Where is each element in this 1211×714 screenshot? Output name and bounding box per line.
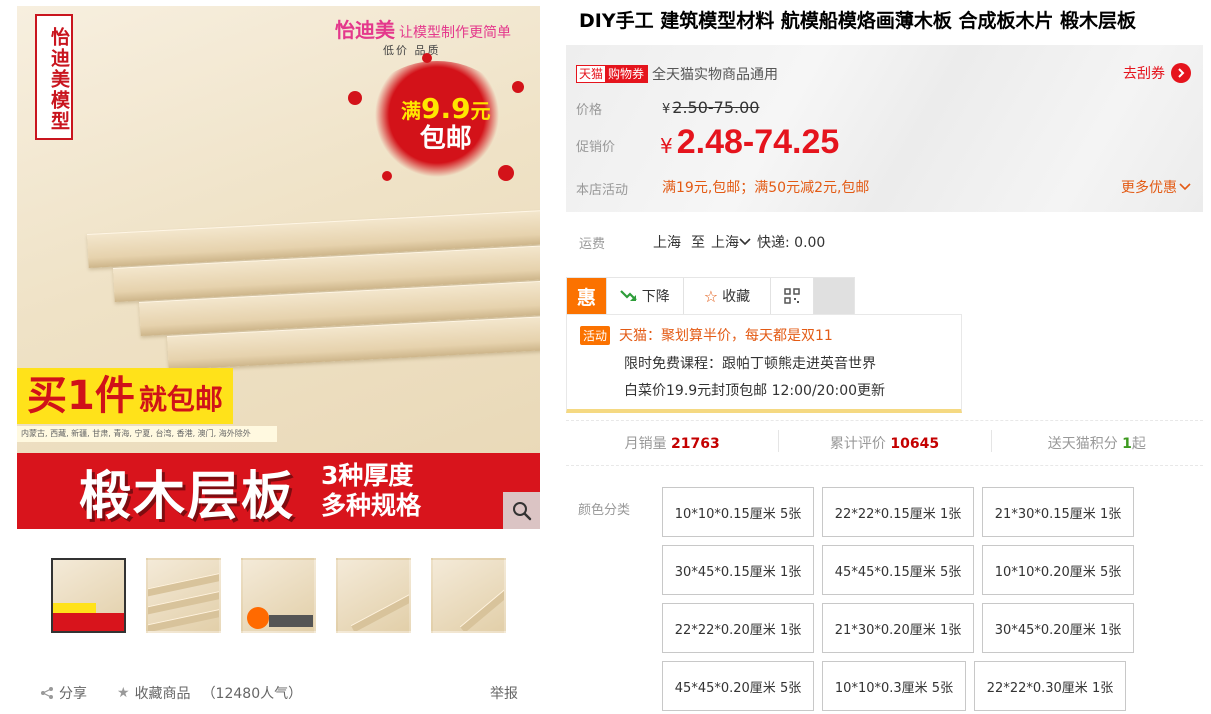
qr-code-button[interactable] — [771, 278, 815, 314]
coupon-text: 全天猫实物商品通用 — [652, 67, 779, 83]
zoom-button[interactable] — [503, 492, 540, 529]
tab-filler — [814, 278, 854, 314]
thumbnail[interactable] — [336, 558, 411, 633]
chevron-right-icon — [1171, 63, 1191, 83]
more-offers-link[interactable]: 更多优惠 — [1121, 177, 1191, 197]
brand-vertical-title: 怡迪美模型 — [35, 14, 73, 140]
activity-label: 本店活动 — [576, 183, 629, 198]
store-activity: 满19元,包邮；满50元减2元,包邮 — [662, 180, 870, 196]
share-icon — [41, 687, 53, 699]
ship-to-selector[interactable]: 上海 — [711, 232, 751, 252]
discount-logo[interactable]: 惠 — [567, 278, 607, 314]
qr-code-icon — [784, 288, 800, 304]
tmall-points: 送天猫积分 1起 — [990, 430, 1203, 453]
promo-price-label: 促销价 — [576, 140, 616, 155]
brand-sub: 低价 品质 — [383, 44, 441, 57]
original-price: ¥2.50-75.00 — [662, 98, 760, 117]
report-link[interactable]: 举报 — [490, 683, 518, 703]
star-outline-icon: ☆ — [703, 286, 719, 306]
gallery-footer: 分享 ★ 收藏商品 （12480人气） 举报 — [40, 683, 518, 703]
monthly-sales: 月销量 21763 — [624, 436, 720, 452]
review-count[interactable]: 累计评价 10645 — [778, 430, 990, 453]
ship-to-word: 至 — [691, 235, 705, 251]
promo-price: ¥2.48-74.25 — [660, 123, 840, 161]
sku-option[interactable]: 22*22*0.15厘米 1张 — [822, 487, 974, 537]
action-tabs: 惠 下降 ☆ 收藏 — [566, 277, 855, 314]
sku-option[interactable]: 30*45*0.15厘米 1张 — [662, 545, 814, 595]
sku-option[interactable]: 10*10*0.3厘米 5张 — [822, 661, 966, 711]
thumbnail[interactable] — [241, 558, 316, 633]
trend-down-icon — [619, 290, 637, 301]
activity-badge: 活动 — [580, 325, 611, 345]
favorite-link[interactable]: ★ 收藏商品 （12480人气） — [117, 683, 302, 703]
sku-option[interactable]: 45*45*0.15厘米 5张 — [822, 545, 974, 595]
event-row[interactable]: 白菜价19.9元封顶包邮 12:00/20:00更新 — [624, 380, 885, 400]
sku-option[interactable]: 10*10*0.15厘米 5张 — [662, 487, 814, 537]
tmall-coupon-tag: 天猫 购物券 — [576, 65, 649, 83]
event-row[interactable]: 活动 天猫：聚划算半价，每天都是双11 — [580, 325, 833, 345]
sku-option[interactable]: 21*30*0.20厘米 1张 — [822, 603, 974, 653]
sku-option[interactable]: 22*22*0.30厘米 1张 — [974, 661, 1126, 711]
sku-label: 颜色分类 — [578, 503, 631, 518]
thumbnail-strip — [51, 558, 506, 633]
shipping-fee: 快递: 0.00 — [757, 235, 826, 251]
sku-option[interactable]: 30*45*0.20厘米 1张 — [982, 603, 1134, 653]
main-product-image[interactable]: 怡迪美模型 怡迪美 让模型制作更简单 低价 品质 满9.9元 包邮 买1件 就包邮 … — [17, 6, 540, 529]
price-label: 价格 — [576, 103, 603, 118]
price-drop-button[interactable]: 下降 — [606, 278, 684, 314]
ship-from: 上海 — [653, 235, 681, 251]
search-icon — [512, 501, 531, 520]
event-row[interactable]: 限时免费课程：跟帕丁顿熊走进英音世界 — [624, 353, 876, 373]
chevron-down-icon — [1179, 183, 1191, 191]
price-box: 天猫 购物券 全天猫实物商品通用 去刮券 价格 ¥2.50-75.00 促销价 ¥… — [566, 45, 1203, 212]
product-title: DIY手工 建筑模型材料 航模船模烙画薄木板 合成板木片 椴木层板 — [579, 10, 1137, 32]
chevron-down-icon — [739, 238, 751, 246]
sku-option[interactable]: 45*45*0.20厘米 5张 — [662, 661, 814, 711]
free-shipping-promo: 满9.9元 包邮 — [401, 92, 491, 154]
share-link[interactable]: 分享 — [40, 683, 87, 703]
buy-one-banner: 买1件 就包邮 — [17, 368, 233, 424]
sku-option[interactable]: 10*10*0.20厘米 5张 — [982, 545, 1134, 595]
sku-option[interactable]: 21*30*0.15厘米 1张 — [982, 487, 1134, 537]
shipping-row: 运费 上海 至 上海 快递: 0.00 — [579, 232, 825, 252]
events-box: 活动 天猫：聚划算半价，每天都是双11 限时免费课程：跟帕丁顿熊走进英音世界 白… — [566, 314, 962, 413]
brand-name: 怡迪美 让模型制作更简单 — [335, 18, 511, 42]
thumbnail-caption — [269, 615, 313, 627]
star-icon: ★ — [117, 685, 130, 701]
shipping-label: 运费 — [579, 236, 606, 252]
sku-option[interactable]: 22*22*0.20厘米 1张 — [662, 603, 814, 653]
excluded-regions: 内蒙古, 西藏, 新疆, 甘肃, 青海, 宁夏, 台湾, 香港, 澳门, 海外除… — [17, 426, 277, 442]
product-banner: 椴木层板 3种厚度 多种规格 — [17, 453, 540, 529]
get-coupon-link[interactable]: 去刮券 — [1123, 63, 1191, 83]
sales-stats: 月销量 21763 累计评价 10645 送天猫积分 1起 — [566, 420, 1203, 466]
favorite-button[interactable]: ☆ 收藏 — [683, 278, 772, 314]
coupon-row: 天猫 购物券 全天猫实物商品通用 — [576, 64, 778, 84]
thumbnail[interactable] — [51, 558, 126, 633]
thumbnail[interactable] — [146, 558, 221, 633]
popularity-count: （12480人气） — [201, 686, 303, 702]
thumbnail[interactable] — [431, 558, 506, 633]
